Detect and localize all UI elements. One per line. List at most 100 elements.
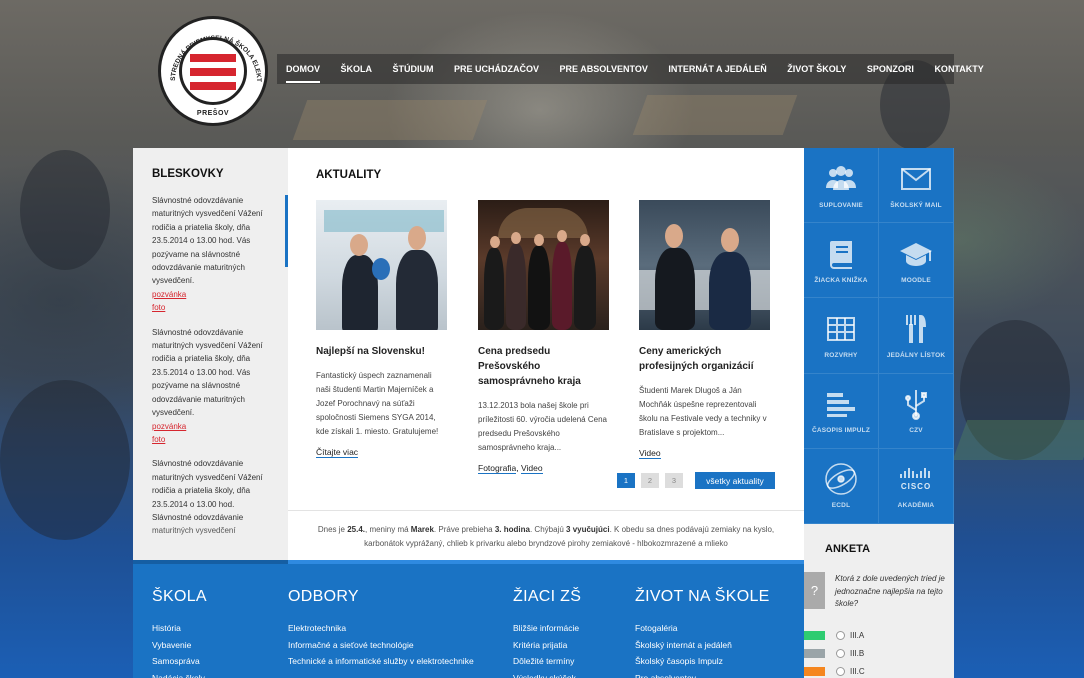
- bleskovky-entry: Slávnostné odovzdávanie maturitných vysv…: [152, 194, 288, 315]
- nav-item-internat-a-jedalen[interactable]: INTERNÁT A JEDÁLEŇ: [668, 64, 766, 74]
- cisco-logo-text: CISCO: [900, 481, 932, 491]
- video-link[interactable]: Video: [521, 463, 543, 474]
- footer-link[interactable]: Informačné a sieťové technológie: [288, 637, 474, 654]
- news-photo-award[interactable]: [478, 200, 609, 330]
- poll-option-color: [804, 631, 825, 640]
- photo-link[interactable]: foto: [152, 301, 288, 314]
- tile-label: ROZVRHY: [824, 351, 858, 359]
- tile-label: SUPLOVANIE: [819, 201, 863, 209]
- video-link[interactable]: Video: [639, 448, 661, 459]
- invitation-link[interactable]: pozvánka: [152, 420, 288, 433]
- news-excerpt: Fantastický úspech zaznamenali naši štud…: [316, 371, 439, 436]
- users-icon: [824, 162, 858, 196]
- poll-radio[interactable]: [836, 631, 845, 640]
- tile-label: AKADÉMIA: [897, 502, 935, 510]
- footer-link[interactable]: Kritéria prijatia: [513, 637, 581, 654]
- info-missing-teachers: 3 vyučujúci: [566, 525, 610, 534]
- tile-moodle[interactable]: MOODLE: [879, 223, 954, 299]
- tile-casopis-impulz[interactable]: ČASOPIS IMPULZ: [804, 373, 879, 449]
- footer-link[interactable]: Školský internát a jedáleň: [635, 637, 770, 654]
- footer-divider: [288, 560, 804, 564]
- poll-option[interactable]: III.A: [804, 631, 864, 640]
- footer-heading: ŽIACI ZŠ: [513, 588, 582, 605]
- daily-info-bar: Dnes je 25.4., meniny má Marek. Práve pr…: [288, 510, 804, 560]
- poll-option-color: [804, 667, 825, 676]
- page-button-2[interactable]: 2: [641, 473, 659, 488]
- info-text: . Práve prebieha: [433, 525, 495, 534]
- all-news-button[interactable]: všetky aktuality: [695, 472, 775, 489]
- nav-item-pre-uchadzacov[interactable]: PRE UCHÁDZAČOV: [454, 64, 539, 74]
- news-photo-festival[interactable]: [639, 200, 770, 330]
- ecdl-icon: [824, 462, 858, 496]
- nav-item-domov[interactable]: DOMOV: [286, 64, 321, 83]
- nav-item-kontakty[interactable]: KONTAKTY: [934, 64, 983, 74]
- footer-link[interactable]: Školský časopis Impulz: [635, 653, 770, 670]
- bleskovky-entry: Slávnostné odovzdávanie maturitných vysv…: [152, 326, 288, 447]
- tile-rozvrhy[interactable]: ROZVRHY: [804, 298, 879, 374]
- tile-jedalny-listok[interactable]: JEDÁLNY LÍSTOK: [879, 298, 954, 374]
- tile-label: CZV: [909, 427, 923, 435]
- school-logo[interactable]: STREDNÁ PRIEMYSELNÁ ŠKOLA ELEKTROTECHNIC…: [158, 16, 268, 126]
- poll-option[interactable]: III.C: [804, 667, 865, 676]
- envelope-icon: [899, 162, 933, 196]
- bleskovky-title: BLESKOVKY: [152, 168, 224, 180]
- info-current-hour: 3. hodina: [494, 525, 530, 534]
- nav-item-zivot-skoly[interactable]: ŽIVOT ŠKOLY: [787, 64, 846, 74]
- footer-link[interactable]: Vybavenie: [152, 637, 207, 654]
- poll-title: ANKETA: [825, 543, 871, 555]
- footer-heading: ODBORY: [288, 588, 359, 605]
- photo-link[interactable]: foto: [152, 433, 288, 446]
- news-card: Najlepší na Slovensku! Fantastický úspec…: [316, 200, 447, 458]
- footer-link[interactable]: Bližšie informácie: [513, 620, 581, 637]
- footer-link[interactable]: Elektrotechnika: [288, 620, 474, 637]
- news-title[interactable]: Cena predsedu Prešovského samosprávneho …: [478, 344, 609, 389]
- quick-links-grid: SUPLOVANIE ŠKOLSKÝ MAIL ŽIACKA KNIŽKA MO…: [804, 148, 954, 524]
- nav-item-sponzori[interactable]: SPONZORI: [867, 64, 914, 74]
- page-button-1[interactable]: 1: [617, 473, 635, 488]
- footer-link[interactable]: Pre absolventov: [635, 670, 770, 678]
- poll-radio[interactable]: [836, 649, 845, 658]
- info-text: . Chýbajú: [529, 525, 567, 534]
- news-card: Cena predsedu Prešovského samosprávneho …: [478, 200, 609, 474]
- news-excerpt: Študenti Marek Dlugoš a Ján Mochňák úspe…: [639, 386, 767, 437]
- tile-cisco-akademia[interactable]: CISCO AKADÉMIA: [879, 448, 954, 524]
- footer-links: ŠKOLA História Vybavenie Samospráva Nadá…: [133, 560, 804, 678]
- tile-ziacka-knizka[interactable]: ŽIACKA KNIŽKA: [804, 223, 879, 299]
- main-navigation: DOMOV ŠKOLA ŠTÚDIUM PRE UCHÁDZAČOV PRE A…: [277, 54, 984, 84]
- info-nameday: Marek: [410, 525, 434, 534]
- poll-option-color: [804, 649, 825, 658]
- tile-czv[interactable]: CZV: [879, 373, 954, 449]
- tile-label: MOODLE: [901, 276, 931, 284]
- footer-link[interactable]: Technické a informatické služby v elektr…: [288, 653, 474, 670]
- news-title[interactable]: Najlepší na Slovensku!: [316, 344, 447, 359]
- invitation-link[interactable]: pozvánka: [152, 288, 288, 301]
- nav-item-pre-absolventov[interactable]: PRE ABSOLVENTOV: [560, 64, 648, 74]
- tile-label: JEDÁLNY LÍSTOK: [886, 351, 946, 359]
- page-button-3[interactable]: 3: [665, 473, 683, 488]
- poll-option-label: III.C: [850, 667, 865, 676]
- footer-link[interactable]: Fotogaléria: [635, 620, 770, 637]
- footer-link[interactable]: Výsledky skúšok: [513, 670, 581, 678]
- poll-radio[interactable]: [836, 667, 845, 676]
- photo-link[interactable]: Fotografia: [478, 463, 517, 474]
- footer-link[interactable]: Dôležité termíny: [513, 653, 581, 670]
- footer-link[interactable]: História: [152, 620, 207, 637]
- tile-skolsky-mail[interactable]: ŠKOLSKÝ MAIL: [879, 148, 954, 224]
- tile-ecdl[interactable]: ECDL: [804, 448, 879, 524]
- bleskovky-entry-text: Slávnostné odovzdávanie maturitných vysv…: [152, 327, 263, 418]
- poll-option[interactable]: III.B: [804, 649, 864, 658]
- info-date: 25.4.: [347, 525, 365, 534]
- tile-label: ŠKOLSKÝ MAIL: [890, 201, 942, 209]
- footer-link[interactable]: Samospráva: [152, 653, 207, 670]
- news-title[interactable]: Ceny amerických profesijných organizácií: [639, 344, 770, 374]
- footer-link[interactable]: Nadácia školy: [152, 670, 207, 678]
- tile-suplovanie[interactable]: SUPLOVANIE: [804, 148, 879, 224]
- read-more-link[interactable]: Čítajte viac: [316, 447, 359, 458]
- news-photo-siemens[interactable]: [316, 200, 447, 330]
- nav-item-skola[interactable]: ŠKOLA: [341, 64, 373, 74]
- aktuality-title: AKTUALITY: [316, 169, 382, 181]
- bars-icon: [824, 387, 858, 421]
- nav-item-studium[interactable]: ŠTÚDIUM: [393, 64, 434, 74]
- graduation-cap-icon: [899, 237, 933, 271]
- tile-label: ŽIACKA KNIŽKA: [814, 276, 868, 284]
